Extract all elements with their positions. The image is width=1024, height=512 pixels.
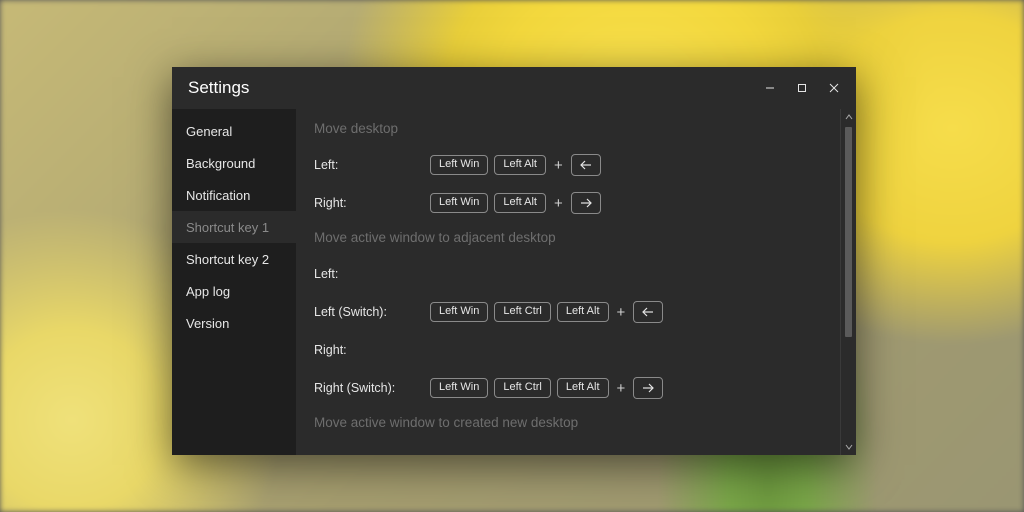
sidebar-item-label: Version [186, 316, 229, 331]
row-move-active-right-switch: Right (Switch): Left Win Left Ctrl Left … [314, 369, 832, 407]
keycap[interactable]: Left Alt [557, 302, 609, 322]
keycap-arrow-right[interactable] [633, 377, 663, 399]
sidebar-item-notification[interactable]: Notification [172, 179, 296, 211]
sidebar-item-shortcut-key-2[interactable]: Shortcut key 2 [172, 243, 296, 275]
keycap[interactable]: Left Alt [494, 155, 546, 175]
chevron-down-icon [845, 444, 853, 450]
arrow-right-icon [641, 383, 655, 393]
key-cluster: Left Win Left Ctrl Left Alt + [430, 377, 663, 399]
maximize-button[interactable] [786, 73, 818, 103]
row-move-desktop-left: Left: Left Win Left Alt + [314, 146, 832, 184]
row-move-desktop-right: Right: Left Win Left Alt + [314, 184, 832, 222]
sidebar-item-label: Shortcut key 2 [186, 252, 269, 267]
scrollbar-down-button[interactable] [841, 439, 856, 455]
key-cluster: Left Win Left Ctrl Left Alt + [430, 301, 663, 323]
sidebar-item-label: Background [186, 156, 255, 171]
keycap[interactable]: Left Alt [557, 378, 609, 398]
keycap[interactable]: Left Win [430, 378, 488, 398]
sidebar-item-version[interactable]: Version [172, 307, 296, 339]
plus-icon: + [615, 305, 628, 320]
sidebar-item-label: App log [186, 284, 230, 299]
window-title: Settings [188, 78, 249, 98]
sidebar-item-label: Notification [186, 188, 250, 203]
section-heading-move-active-new: Move active window to created new deskto… [314, 407, 832, 440]
sidebar-item-background[interactable]: Background [172, 147, 296, 179]
plus-icon: + [552, 158, 565, 173]
scrollbar-thumb[interactable] [845, 127, 852, 337]
keycap[interactable]: Left Ctrl [494, 378, 551, 398]
close-button[interactable] [818, 73, 850, 103]
window-controls [754, 73, 850, 103]
key-cluster: Left Win Left Alt + [430, 154, 601, 176]
window-body: General Background Notification Shortcut… [172, 109, 856, 455]
title-bar[interactable]: Settings [172, 67, 856, 109]
sidebar-item-general[interactable]: General [172, 115, 296, 147]
row-move-active-right: Right: [314, 331, 832, 369]
content-wrap: Move desktop Left: Left Win Left Alt + R… [296, 109, 856, 455]
sidebar-item-shortcut-key-1[interactable]: Shortcut key 1 [172, 211, 296, 243]
row-label: Left: [314, 267, 430, 281]
plus-icon: + [552, 196, 565, 211]
scrollbar-up-button[interactable] [841, 109, 856, 125]
keycap[interactable]: Left Alt [494, 193, 546, 213]
sidebar-item-app-log[interactable]: App log [172, 275, 296, 307]
row-label: Right (Switch): [314, 381, 430, 395]
content-panel: Move desktop Left: Left Win Left Alt + R… [296, 109, 840, 455]
close-icon [829, 83, 839, 93]
section-heading-move-active-adjacent: Move active window to adjacent desktop [314, 222, 832, 255]
keycap-arrow-left[interactable] [571, 154, 601, 176]
settings-window: Settings General Background Notification… [172, 67, 856, 455]
keycap[interactable]: Left Ctrl [494, 302, 551, 322]
row-move-active-left-switch: Left (Switch): Left Win Left Ctrl Left A… [314, 293, 832, 331]
keycap-arrow-right[interactable] [571, 192, 601, 214]
row-label: Left: [314, 158, 430, 172]
arrow-left-icon [579, 160, 593, 170]
row-move-active-left: Left: [314, 255, 832, 293]
sidebar: General Background Notification Shortcut… [172, 109, 296, 455]
row-label: Left (Switch): [314, 305, 430, 319]
keycap[interactable]: Left Win [430, 302, 488, 322]
row-label: Right: [314, 196, 430, 210]
minimize-button[interactable] [754, 73, 786, 103]
plus-icon: + [615, 381, 628, 396]
row-label: Right: [314, 343, 430, 357]
sidebar-item-label: Shortcut key 1 [186, 220, 269, 235]
section-heading-move-desktop: Move desktop [314, 113, 832, 146]
minimize-icon [765, 83, 775, 93]
chevron-up-icon [845, 114, 853, 120]
keycap[interactable]: Left Win [430, 155, 488, 175]
sidebar-item-label: General [186, 124, 232, 139]
keycap[interactable]: Left Win [430, 193, 488, 213]
keycap-arrow-left[interactable] [633, 301, 663, 323]
maximize-icon [797, 83, 807, 93]
arrow-right-icon [579, 198, 593, 208]
arrow-left-icon [641, 307, 655, 317]
key-cluster: Left Win Left Alt + [430, 192, 601, 214]
vertical-scrollbar[interactable] [840, 109, 856, 455]
